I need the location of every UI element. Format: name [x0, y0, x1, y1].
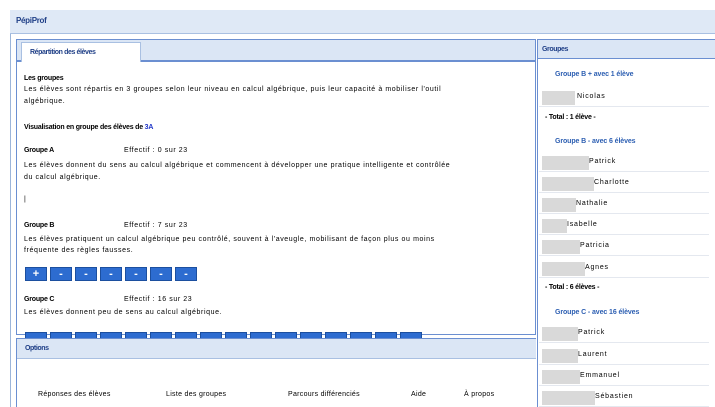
student-photo: [542, 91, 575, 105]
student-photo: [542, 327, 578, 341]
app-title: PépiProf: [16, 16, 47, 25]
options-title: Options: [25, 345, 49, 352]
student-photo: [542, 156, 589, 170]
student-name: Agnes: [585, 264, 609, 271]
intro-text-line1: Les élèves sont répartis en 3 groupes se…: [24, 86, 442, 93]
tab-repartition-label: Répartition des élèves: [30, 49, 96, 56]
student-photo: [542, 349, 578, 363]
groups-heading: Les groupes: [24, 75, 64, 82]
groups-side-title: Groupes: [542, 46, 568, 53]
visualisation-label-text: Visualisation en groupe des élèves de: [24, 124, 143, 131]
side-group-bminus-title: Groupe B - avec 6 élèves: [555, 138, 636, 145]
student-item[interactable]: Agnes: [539, 259, 709, 278]
group-a-effectif: Effectif : 0 sur 23: [124, 147, 188, 154]
group-a-empty-marker: |: [24, 196, 27, 203]
student-name: Patrick: [578, 329, 605, 336]
student-item[interactable]: Charlotte: [539, 174, 709, 193]
class-link[interactable]: 3A: [145, 124, 154, 131]
student-photo: [542, 370, 580, 384]
side-group-bplus-total: - Total : 1 élève -: [545, 114, 596, 121]
group-c-name: Groupe C: [24, 296, 55, 303]
option-link-parcours[interactable]: Parcours différenciés: [288, 391, 360, 398]
student-marker-button[interactable]: -: [100, 267, 122, 281]
student-name: Isabelle: [567, 221, 598, 228]
tab-repartition[interactable]: Répartition des élèves: [21, 42, 141, 62]
student-item[interactable]: Patrick: [539, 324, 709, 343]
group-b-name: Groupe B: [24, 222, 55, 229]
student-photo: [542, 262, 585, 276]
student-marker-button[interactable]: +: [25, 267, 47, 281]
student-item[interactable]: Nathalie: [539, 195, 709, 214]
options-panel-header: Options: [17, 339, 536, 359]
student-photo: [542, 177, 594, 191]
side-group-c-title: Groupe C - avec 16 élèves: [555, 309, 640, 316]
group-c-desc-line1: Les élèves donnent peu de sens au calcul…: [24, 309, 223, 316]
student-item[interactable]: Isabelle: [539, 216, 709, 235]
side-group-bminus-total: - Total : 6 élèves -: [545, 284, 600, 291]
group-b-effectif: Effectif : 7 sur 23: [124, 222, 188, 229]
group-c-effectif: Effectif : 16 sur 23: [124, 296, 193, 303]
group-b-desc-line1: Les élèves pratiquent un calcul algébriq…: [24, 236, 435, 243]
student-name: Nathalie: [576, 200, 609, 207]
student-item[interactable]: Nicolas: [539, 88, 709, 107]
intro-text-line2: algébrique.: [24, 98, 66, 105]
student-item[interactable]: Patricia: [539, 237, 709, 256]
student-photo: [542, 198, 576, 212]
student-item[interactable]: Patrick: [539, 153, 709, 172]
main-panel-header: Répartition des élèves: [17, 40, 535, 62]
student-name: Laurent: [578, 351, 608, 358]
student-marker-button[interactable]: -: [125, 267, 147, 281]
group-a-name: Groupe A: [24, 147, 55, 154]
student-name: Sébastien: [595, 393, 634, 400]
side-group-bplus-title: Groupe B + avec 1 élève: [555, 71, 634, 78]
student-name: Patricia: [580, 242, 610, 249]
student-marker-button[interactable]: -: [75, 267, 97, 281]
student-photo: [542, 240, 580, 254]
student-name: Emmanuel: [580, 372, 620, 379]
student-marker-button[interactable]: -: [150, 267, 172, 281]
option-link-reponses[interactable]: Réponses des élèves: [38, 391, 111, 398]
student-item[interactable]: Laurent: [539, 346, 709, 365]
student-marker-button[interactable]: -: [175, 267, 197, 281]
student-item[interactable]: Sébastien: [539, 388, 709, 407]
option-link-liste-groupes[interactable]: Liste des groupes: [166, 391, 226, 398]
visualisation-label: Visualisation en groupe des élèves de 3A: [24, 124, 153, 131]
group-a-desc-line1: Les élèves donnent du sens au calcul alg…: [24, 162, 451, 169]
group-b-student-buttons: + - - - - - -: [25, 267, 197, 281]
group-a-desc-line2: du calcul algébrique.: [24, 174, 101, 181]
main-panel: Répartition des élèves: [16, 39, 536, 335]
student-name: Charlotte: [594, 179, 630, 186]
student-photo: [542, 391, 595, 405]
option-link-aide[interactable]: Aide: [411, 391, 426, 398]
student-photo: [542, 219, 567, 233]
groups-side-header: Groupes: [538, 40, 715, 59]
option-link-a-propos[interactable]: À propos: [464, 391, 494, 398]
student-name: Patrick: [589, 158, 616, 165]
student-item[interactable]: Emmanuel: [539, 367, 709, 386]
student-marker-button[interactable]: -: [50, 267, 72, 281]
group-b-desc-line2: fréquente des règles fausses.: [24, 247, 134, 254]
student-name: Nicolas: [577, 93, 606, 100]
app-title-bar: PépiProf: [10, 10, 715, 34]
